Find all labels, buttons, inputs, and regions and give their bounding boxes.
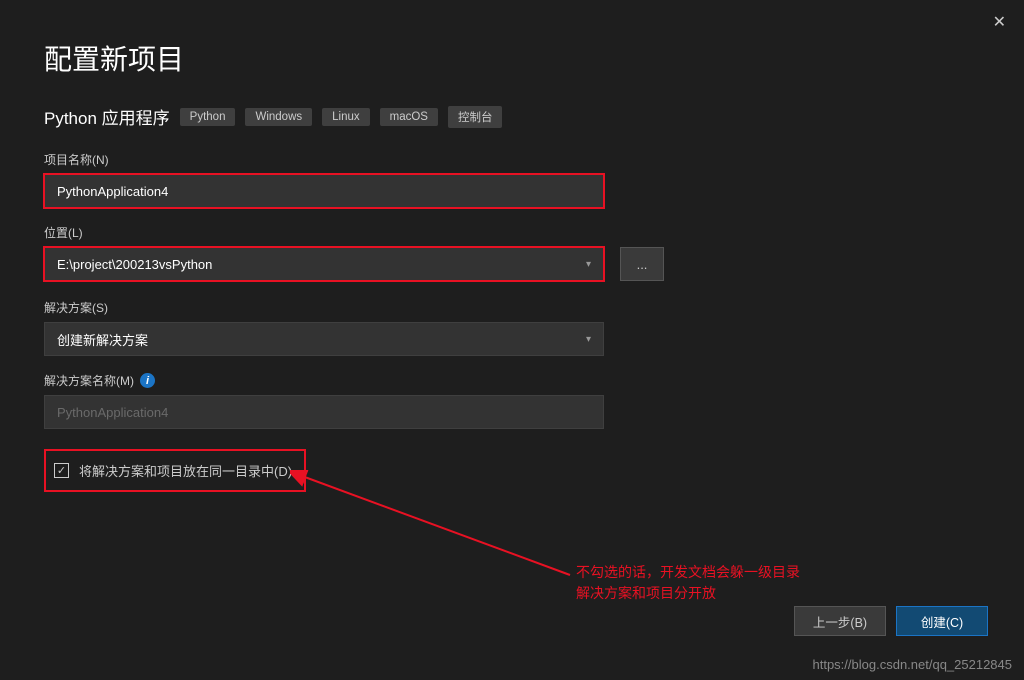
browse-button[interactable]: ... [620, 247, 664, 281]
close-icon[interactable]: ✕ [993, 12, 1006, 32]
watermark: https://blog.csdn.net/qq_25212845 [813, 657, 1013, 672]
project-name-label: 项目名称(N) [44, 151, 980, 168]
location-value: E:\project\200213vsPython [57, 257, 212, 272]
solution-dropdown[interactable]: 创建新解决方案 ▾ [44, 322, 604, 356]
tag-python: Python [180, 108, 236, 126]
chevron-down-icon: ▾ [586, 334, 591, 345]
solution-name-label: 解决方案名称(M) i [44, 372, 980, 389]
create-button[interactable]: 创建(C) [896, 606, 988, 636]
back-button[interactable]: 上一步(B) [794, 606, 886, 636]
chevron-down-icon: ▾ [586, 259, 591, 270]
tag-macos: macOS [380, 108, 438, 126]
solution-value: 创建新解决方案 [57, 330, 148, 349]
page-title: 配置新项目 [44, 38, 980, 78]
tag-windows: Windows [245, 108, 312, 126]
project-name-input[interactable] [44, 174, 604, 208]
solution-label: 解决方案(S) [44, 299, 980, 316]
info-icon[interactable]: i [140, 373, 155, 388]
template-tags-row: Python 应用程序 Python Windows Linux macOS 控… [44, 104, 980, 129]
tag-console: 控制台 [448, 106, 503, 128]
location-dropdown[interactable]: E:\project\200213vsPython ▾ [44, 247, 604, 281]
template-name: Python 应用程序 [44, 104, 170, 129]
tag-linux: Linux [322, 108, 370, 126]
solution-name-input[interactable]: PythonApplication4 [44, 395, 604, 429]
same-directory-checkbox-row[interactable]: ✓ 将解决方案和项目放在同一目录中(D) [44, 449, 306, 492]
checkbox-icon[interactable]: ✓ [54, 463, 69, 478]
location-label: 位置(L) [44, 224, 980, 241]
checkbox-label: 将解决方案和项目放在同一目录中(D) [79, 461, 292, 480]
annotation-text: 不勾选的话，开发文档会躲一级目录 解决方案和项目分开放 [576, 562, 800, 604]
